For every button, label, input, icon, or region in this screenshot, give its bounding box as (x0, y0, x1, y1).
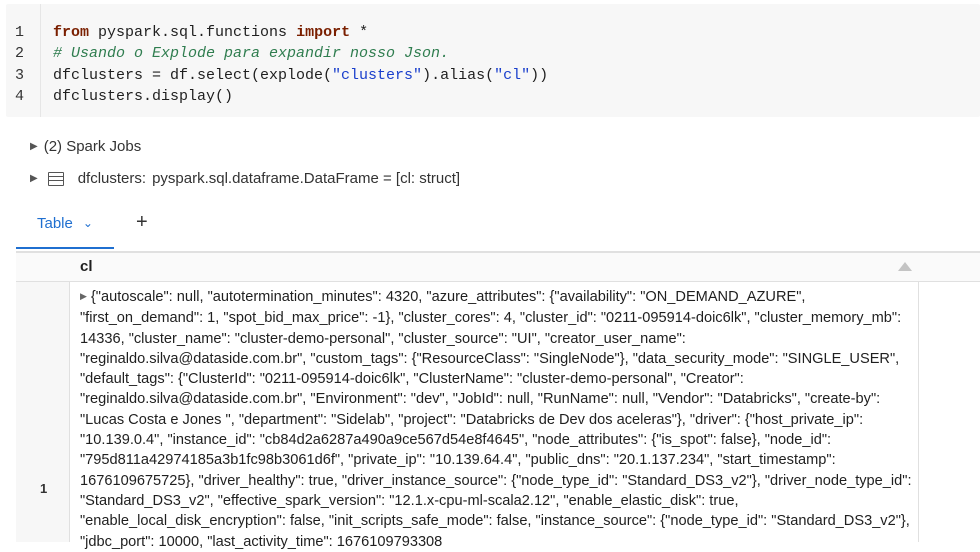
add-visualization-button[interactable]: + (136, 211, 148, 234)
cell-value: {"autoscale": null, "autotermination_min… (80, 289, 912, 550)
line-number: 1 (15, 24, 25, 41)
tab-table[interactable]: Table ⌄ (16, 199, 114, 249)
string-literal: "cl" (494, 66, 531, 84)
code-part: ).alias( (422, 66, 495, 84)
expand-row-icon[interactable]: ▶ (80, 291, 87, 301)
row-number: 1 (40, 481, 48, 496)
code-editor[interactable]: from pyspark.sql.functions import * # Usa… (53, 22, 548, 107)
module-name: pyspark.sql.functions (89, 24, 297, 41)
keyword-from: from (53, 24, 90, 41)
chevron-down-icon[interactable]: ⌄ (83, 216, 93, 230)
code-line-1: from pyspark.sql.functions import * (53, 22, 548, 43)
sort-icon[interactable] (898, 262, 912, 271)
import-star: * (350, 24, 369, 41)
keyword-import: import (296, 24, 351, 41)
column-header-cl[interactable]: cl (80, 258, 93, 275)
line-number: 4 (15, 87, 25, 105)
expand-triangle-icon: ▶ (30, 173, 38, 184)
results-table: cl 1 ▶ {"autoscale": null, "autoterminati… (16, 252, 980, 550)
table-icon (47, 171, 64, 186)
code-part: )) (530, 66, 549, 84)
dataframe-name: dfclusters: (77, 170, 147, 187)
gutter-divider (40, 4, 41, 117)
code-line-4: dfclusters.display() (53, 87, 234, 105)
line-number: 3 (15, 66, 25, 84)
table-header-row: cl (16, 253, 980, 282)
string-literal: "clusters" (332, 66, 423, 84)
row-number-column (16, 253, 70, 542)
code-line-3: dfclusters = df.select(explode("clusters… (53, 65, 548, 86)
spark-jobs-label: (2) Spark Jobs (43, 138, 142, 155)
dataframe-type: pyspark.sql.dataframe.DataFrame = [cl: s… (152, 170, 461, 187)
table-cell[interactable]: ▶ {"autoscale": null, "autotermination_mi… (80, 287, 916, 552)
result-tabs: Table ⌄ + (16, 199, 980, 252)
line-number-gutter: 1 2 3 4 (6, 22, 36, 107)
tab-table-label: Table (37, 214, 73, 232)
code-line-2-comment: # Usando o Explode para expandir nosso J… (53, 45, 450, 63)
expand-triangle-icon: ▶ (30, 141, 38, 152)
spark-jobs-toggle[interactable]: ▶ (2) Spark Jobs (30, 138, 141, 155)
line-number: 2 (15, 45, 25, 63)
code-part: dfclusters = df.select(explode( (53, 66, 333, 84)
dataframe-info-toggle[interactable]: ▶ dfclusters: pyspark.sql.dataframe.Data… (30, 170, 460, 187)
